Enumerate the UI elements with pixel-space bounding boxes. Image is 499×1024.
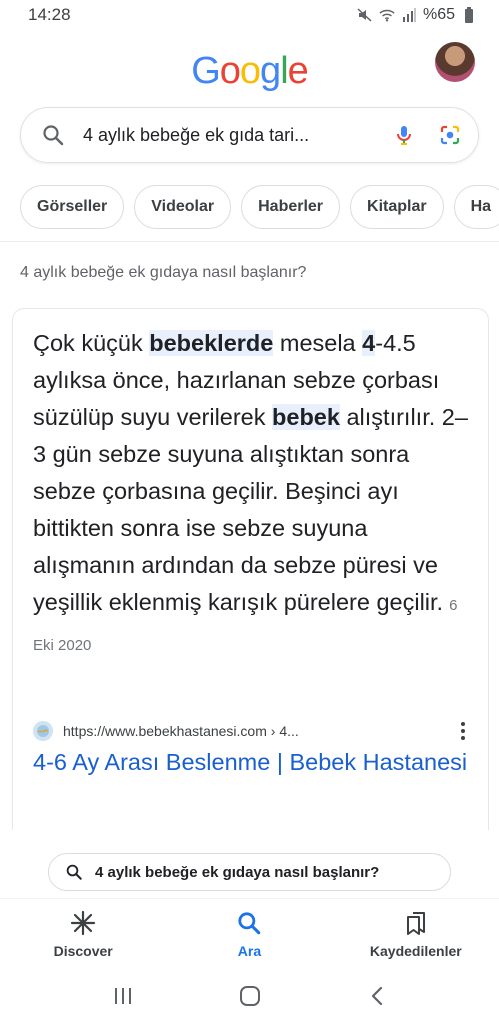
nav-search[interactable]: Ara bbox=[174, 909, 324, 959]
snippet-text-part: mesela bbox=[273, 330, 363, 356]
search-icon bbox=[66, 864, 82, 880]
snippet-highlight: bebek bbox=[272, 404, 340, 430]
chip-images[interactable]: Görseller bbox=[20, 185, 125, 229]
divider bbox=[0, 241, 499, 242]
google-logo[interactable]: Google bbox=[0, 50, 499, 93]
chip-news[interactable]: Haberler bbox=[241, 185, 341, 229]
status-bar: 14:28 %65 bbox=[0, 0, 499, 30]
snippet-highlight: 4 bbox=[362, 330, 376, 356]
logo-letter: l bbox=[280, 50, 289, 92]
saved-collections-icon bbox=[404, 909, 428, 937]
search-input[interactable]: 4 aylık bebeğe ek gıda tari... bbox=[83, 125, 380, 146]
logo-letter: g bbox=[260, 50, 281, 92]
signal-icon bbox=[401, 7, 417, 23]
search-box[interactable]: 4 aylık bebeğe ek gıda tari... bbox=[20, 107, 479, 163]
battery-icon bbox=[461, 7, 477, 23]
nav-discover-label: Discover bbox=[53, 943, 113, 959]
result-title-link[interactable]: 4-6 Ay Arası Beslenme | Bebek Hastanesi bbox=[33, 745, 473, 779]
system-navigation bbox=[0, 972, 499, 1024]
home-icon[interactable] bbox=[238, 984, 262, 1013]
mute-icon bbox=[357, 7, 373, 23]
related-search-pill[interactable]: 4 aylık bebeğe ek gıdaya nasıl başlanır? bbox=[48, 853, 451, 891]
snippet-text-part: Çok küçük bbox=[33, 330, 150, 356]
snippet-highlight: bebeklerde bbox=[149, 330, 274, 356]
snippet-text-part: alıştırılır. 2–3 gün sebze suyuna alıştı… bbox=[33, 404, 468, 615]
nav-saved[interactable]: Kaydedilenler bbox=[341, 909, 491, 959]
site-favicon-icon bbox=[33, 721, 53, 741]
more-vert-icon[interactable] bbox=[453, 719, 473, 743]
featured-question: 4 aylık bebeğe ek gıdaya nasıl başlanır? bbox=[20, 264, 307, 281]
status-icons: %65 bbox=[357, 6, 477, 24]
result-source[interactable]: https://www.bebekhastanesi.com › 4... bbox=[33, 719, 473, 743]
bottom-navigation: Discover Ara Kaydedilenler bbox=[0, 898, 499, 970]
logo-letter: e bbox=[287, 50, 309, 92]
snippet-text: Çok küçük bebeklerde mesela 4-4.5 aylıks… bbox=[33, 325, 473, 664]
recent-apps-icon[interactable] bbox=[112, 986, 134, 1011]
battery-percent: %65 bbox=[422, 6, 455, 23]
filter-chips: Görseller Videolar Haberler Kitaplar Ha bbox=[20, 185, 499, 229]
status-time: 14:28 bbox=[28, 5, 71, 24]
back-icon[interactable] bbox=[367, 985, 387, 1012]
chip-books[interactable]: Kitaplar bbox=[350, 185, 444, 229]
microphone-icon[interactable] bbox=[392, 123, 416, 147]
avatar[interactable] bbox=[435, 42, 475, 82]
logo-letter: o bbox=[239, 50, 261, 92]
result-url[interactable]: https://www.bebekhastanesi.com › 4... bbox=[63, 723, 453, 739]
nav-saved-label: Kaydedilenler bbox=[369, 943, 462, 959]
logo-letter: o bbox=[219, 50, 241, 92]
asterisk-icon bbox=[70, 909, 96, 937]
chip-more[interactable]: Ha bbox=[453, 185, 499, 229]
chip-videos[interactable]: Videolar bbox=[134, 185, 232, 229]
search-icon bbox=[236, 909, 262, 937]
google-lens-icon[interactable] bbox=[438, 123, 462, 147]
logo-letter: G bbox=[191, 50, 221, 92]
related-search-text: 4 aylık bebeğe ek gıdaya nasıl başlanır? bbox=[95, 863, 380, 881]
search-icon bbox=[43, 125, 64, 146]
nav-search-label: Ara bbox=[237, 943, 262, 959]
wifi-icon bbox=[379, 7, 395, 23]
nav-discover[interactable]: Discover bbox=[8, 909, 158, 959]
featured-snippet-card: Çok küçük bebeklerde mesela 4-4.5 aylıks… bbox=[12, 308, 489, 830]
